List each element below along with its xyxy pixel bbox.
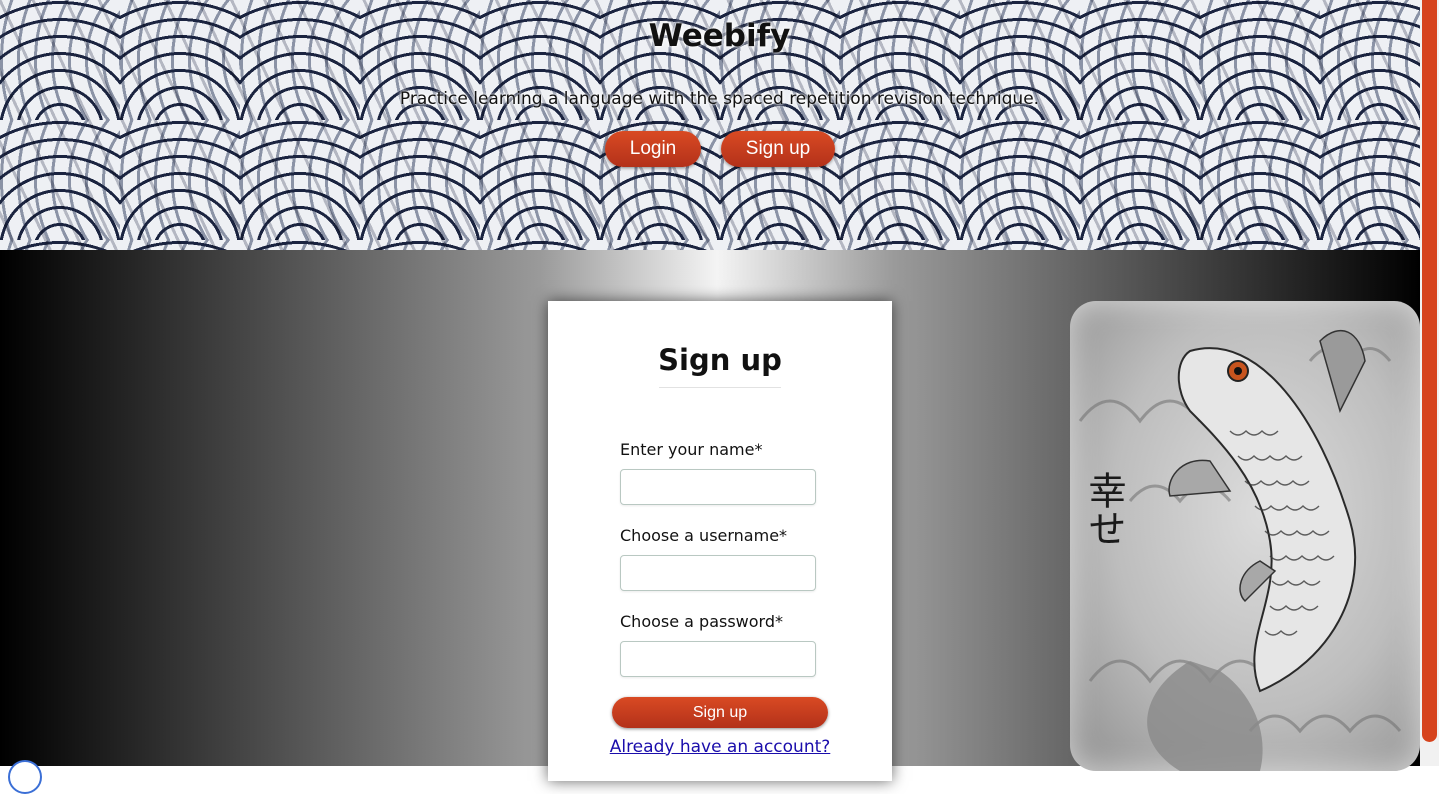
signup-card: Sign up Enter your name* Choose a userna… bbox=[548, 301, 892, 781]
password-label: Choose a password* bbox=[620, 612, 784, 631]
signup-nav-button[interactable]: Sign up bbox=[721, 131, 835, 167]
username-label: Choose a username* bbox=[620, 526, 788, 545]
signup-submit-button[interactable]: Sign up bbox=[612, 697, 828, 728]
site-tagline: Practice learning a language with the sp… bbox=[399, 89, 1040, 109]
koi-fish-artwork: 幸せ bbox=[1070, 301, 1420, 771]
password-field[interactable] bbox=[620, 641, 816, 677]
kanji-text: 幸せ bbox=[1082, 471, 1126, 547]
login-button[interactable]: Login bbox=[605, 131, 701, 167]
scrollbar-thumb[interactable] bbox=[1422, 0, 1437, 742]
chat-widget-icon[interactable] bbox=[8, 760, 42, 794]
name-field[interactable] bbox=[620, 469, 816, 505]
signup-title: Sign up bbox=[658, 343, 782, 377]
site-title: Weebify bbox=[648, 18, 791, 54]
page-scrollbar[interactable] bbox=[1420, 0, 1439, 766]
login-link[interactable]: Already have an account? bbox=[548, 737, 892, 757]
name-label: Enter your name* bbox=[620, 440, 763, 459]
title-divider bbox=[659, 387, 781, 388]
username-field[interactable] bbox=[620, 555, 816, 591]
